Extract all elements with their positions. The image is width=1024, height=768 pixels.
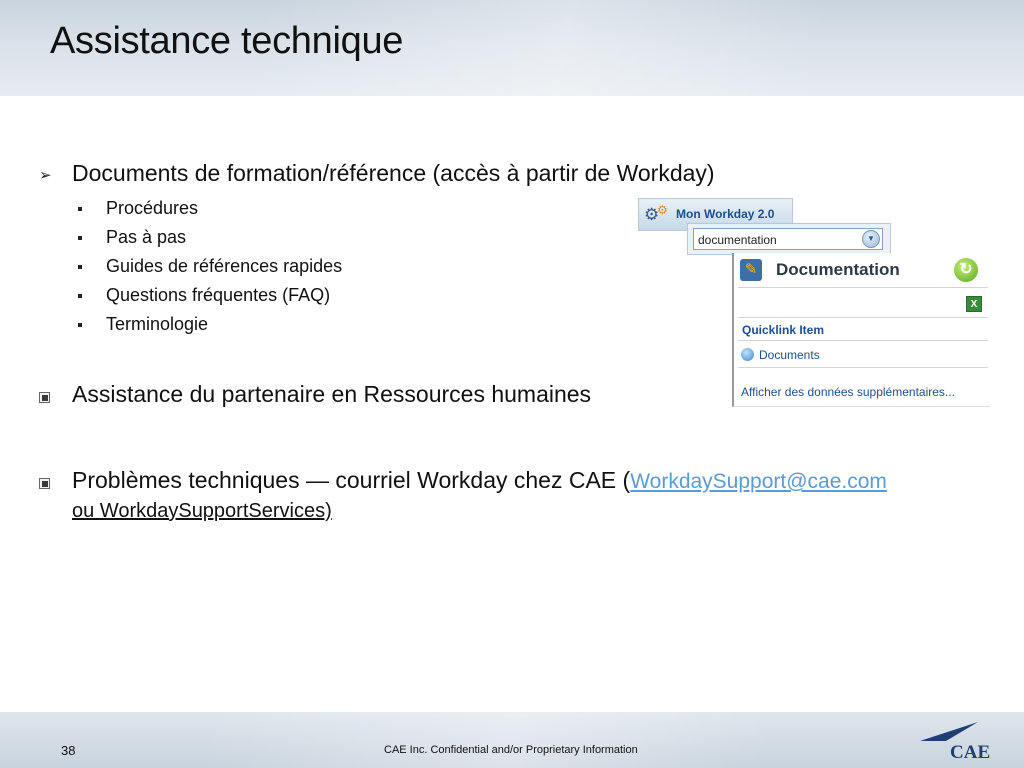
more-data-link[interactable]: Afficher des données supplémentaires... <box>741 385 955 399</box>
documents-link[interactable]: Documents <box>759 348 820 362</box>
bullet-hr-partner-text: Assistance du partenaire en Ressources h… <box>72 381 592 407</box>
list-item-text: Terminologie <box>106 314 209 334</box>
divider <box>738 287 988 288</box>
globe-icon <box>741 348 754 361</box>
workday-app-title: Mon Workday 2.0 <box>676 207 775 221</box>
square-bullet-icon <box>78 294 82 298</box>
divider <box>738 317 988 318</box>
box-bullet-icon <box>39 392 50 403</box>
square-bullet-icon <box>78 323 82 327</box>
tech-prefix: Problèmes techniques — courriel Workday … <box>72 467 631 493</box>
bullet-documents-text: Documents de formation/référence (accès … <box>72 160 715 186</box>
dropdown-icon[interactable]: ▼ <box>862 230 880 248</box>
panel-title: Documentation <box>776 260 900 279</box>
box-bullet-icon <box>39 478 50 489</box>
slide-title: Assistance technique <box>50 20 404 62</box>
logo-swoosh <box>920 722 978 741</box>
document-icon: ✎ <box>740 259 762 281</box>
cae-logo: CAE <box>920 722 990 762</box>
divider <box>738 367 988 368</box>
tech-issues-line2[interactable]: ou WorkdaySupportServices) <box>72 500 332 523</box>
list-item-text: Pas à pas <box>106 227 187 247</box>
footer-band: 38 CAE Inc. Confidential and/or Propriet… <box>0 712 1024 768</box>
refresh-icon[interactable]: ↻ <box>954 258 978 282</box>
square-bullet-icon <box>78 265 82 269</box>
search-input-value: documentation <box>698 233 777 247</box>
list-item-text: Guides de références rapides <box>106 256 343 276</box>
quicklink-header: Quicklink Item <box>742 323 825 337</box>
square-bullet-icon <box>78 207 82 211</box>
workday-search-bar: documentation ▼ <box>687 223 891 255</box>
divider <box>738 340 988 341</box>
documentation-panel: ✎ Documentation ↻ X Quicklink Item Docum… <box>732 253 990 407</box>
excel-export-icon[interactable]: X <box>966 296 982 312</box>
arrow-bullet-icon: ➢ <box>39 167 52 184</box>
list-item-text: Procédures <box>106 198 199 218</box>
page-number: 38 <box>61 743 76 758</box>
confidentiality-note: CAE Inc. Confidential and/or Proprietary… <box>384 744 638 756</box>
square-bullet-icon <box>78 236 82 240</box>
search-input[interactable]: documentation ▼ <box>693 228 883 250</box>
gear-small-icon: ⚙ <box>657 203 668 217</box>
bullet-tech-issues-text: Problèmes techniques — courriel Workday … <box>72 467 887 494</box>
support-email-link[interactable]: WorkdaySupport@cae.com <box>630 470 887 493</box>
list-item-text: Questions fréquentes (FAQ) <box>106 285 331 305</box>
logo-text: CAE <box>950 742 990 762</box>
title-band: Assistance technique <box>0 0 1024 96</box>
